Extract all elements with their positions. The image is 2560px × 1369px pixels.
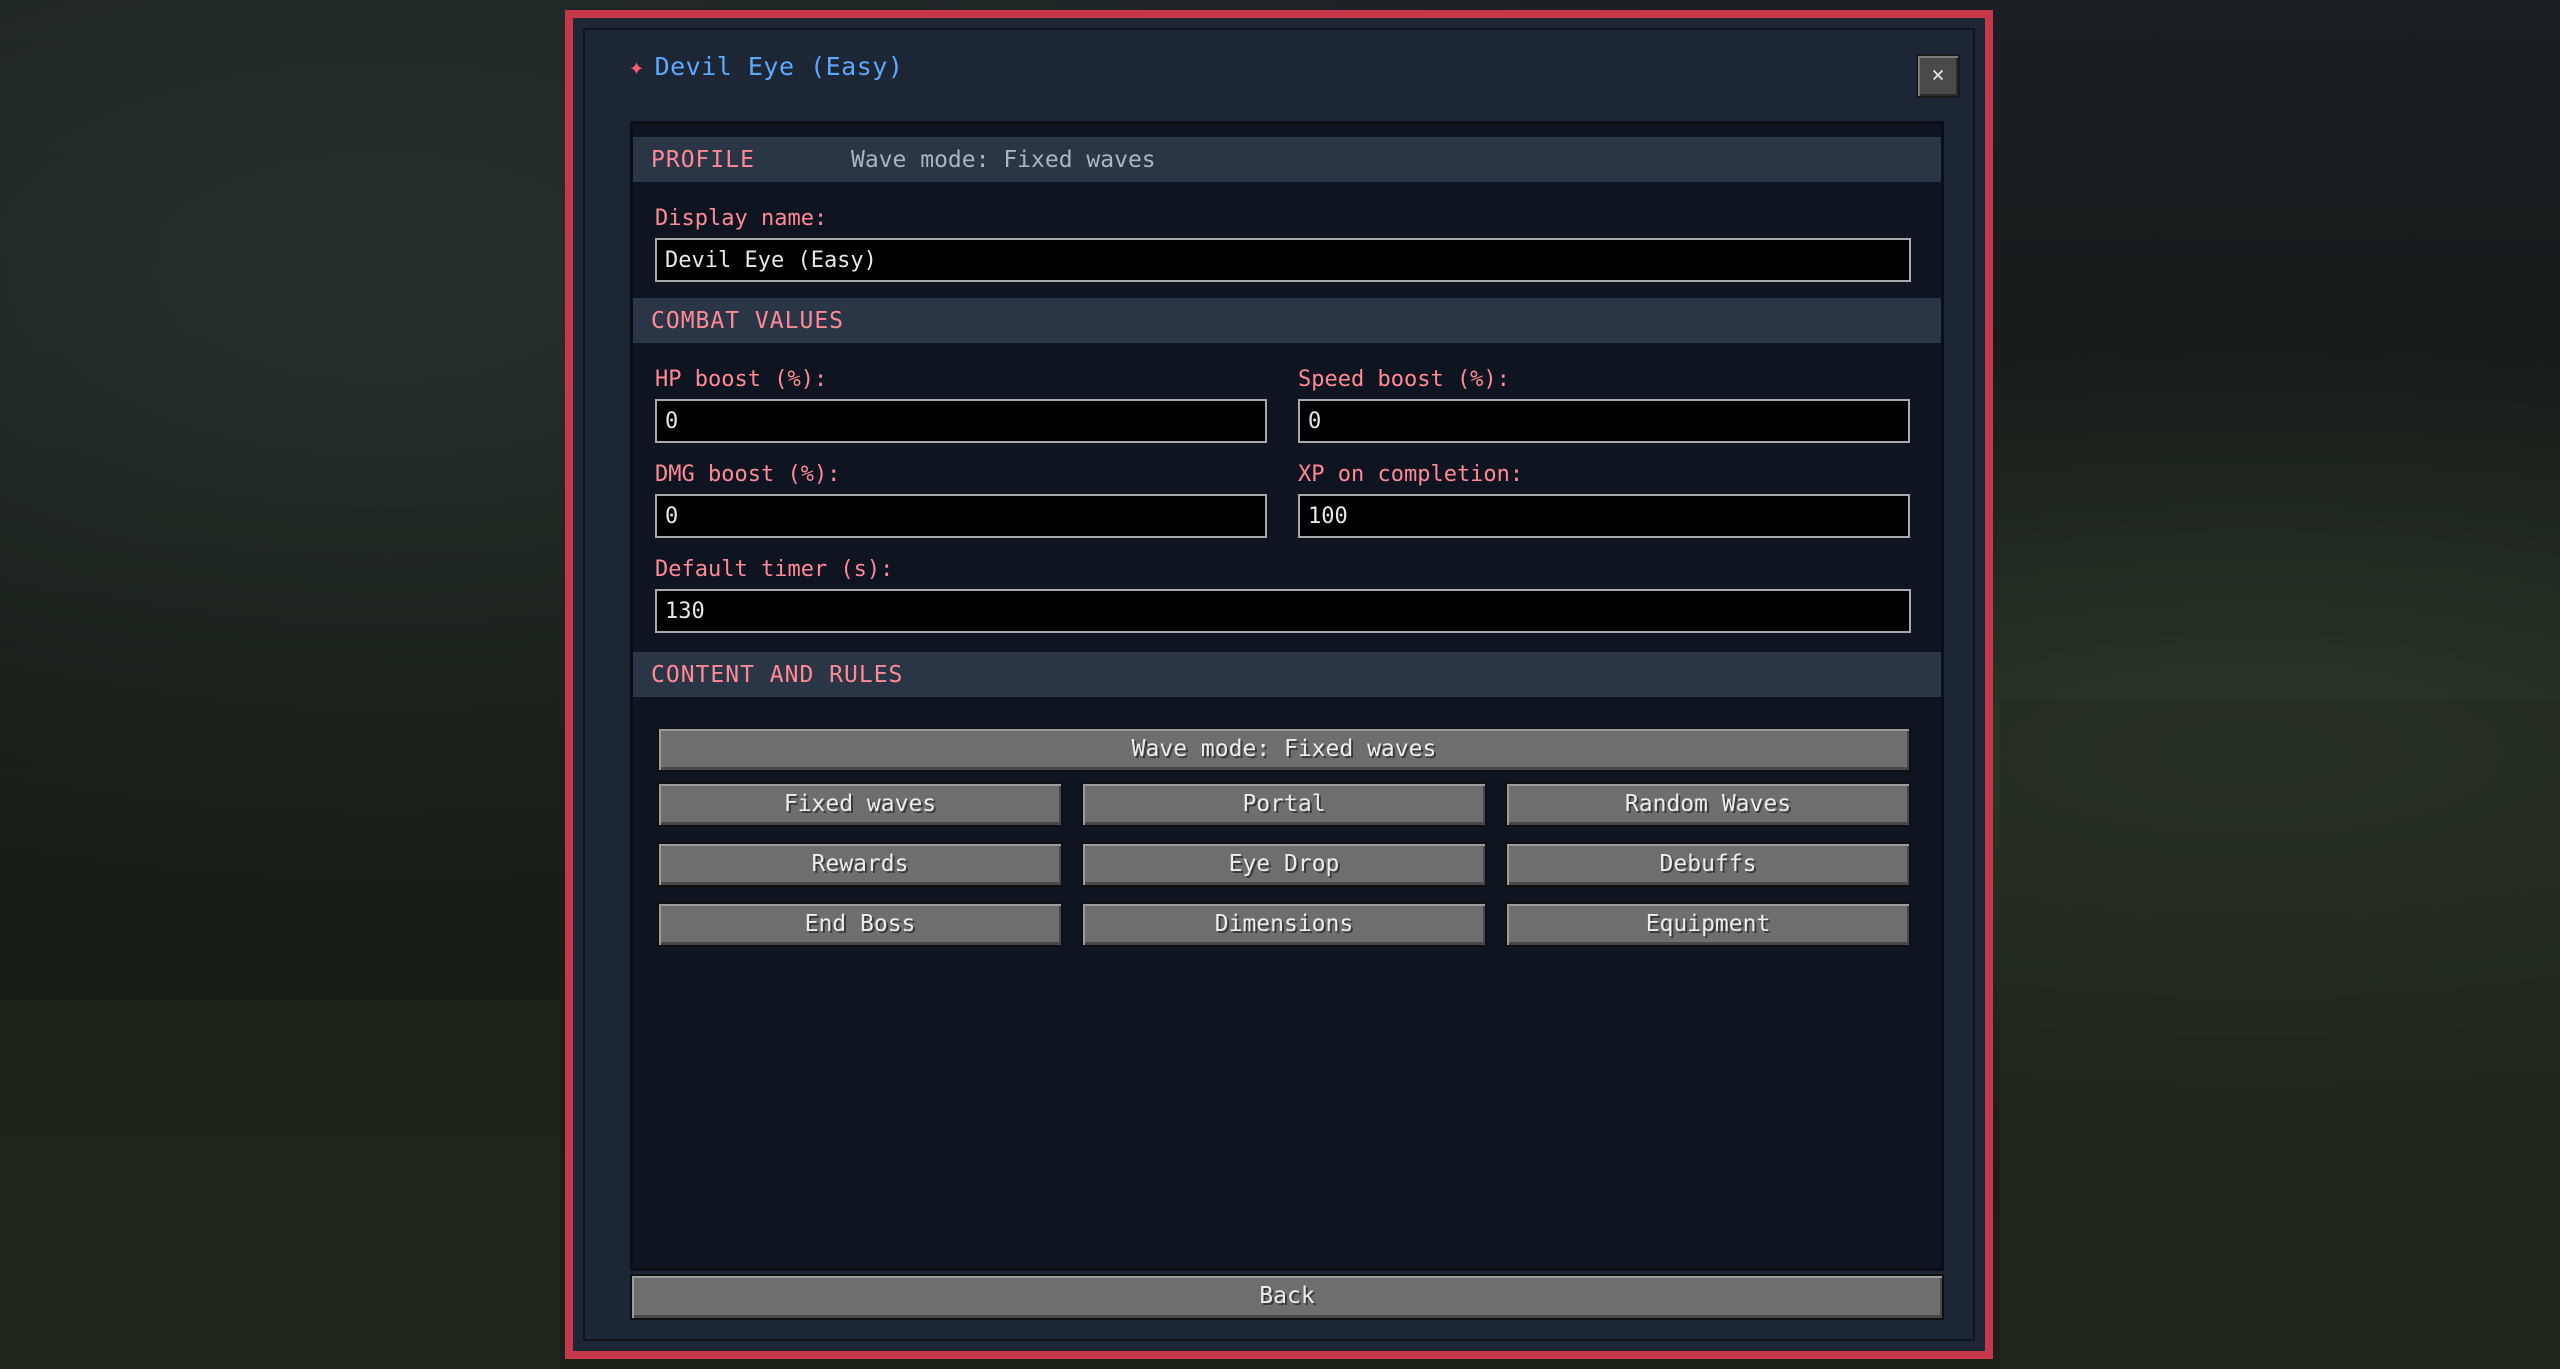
default-timer-label: Default timer (s): [655, 557, 894, 582]
combat-section-title: COMBAT VALUES [651, 308, 845, 334]
rewards-button[interactable]: Rewards [657, 842, 1063, 887]
speed-boost-label: Speed boost (%): [1298, 367, 1510, 392]
display-name-label: Display name: [655, 206, 828, 231]
content-section-title: CONTENT AND RULES [651, 662, 904, 688]
fixed-waves-button[interactable]: Fixed waves [657, 782, 1063, 827]
dimensions-button[interactable]: Dimensions [1081, 902, 1487, 947]
close-button[interactable]: × [1916, 54, 1960, 98]
eye-drop-button[interactable]: Eye Drop [1081, 842, 1487, 887]
dmg-boost-label: DMG boost (%): [655, 462, 841, 487]
portal-button[interactable]: Portal [1081, 782, 1487, 827]
display-name-input[interactable] [655, 238, 1911, 282]
end-boss-button[interactable]: End Boss [657, 902, 1063, 947]
default-timer-input[interactable] [655, 589, 1911, 633]
speed-boost-input[interactable] [1298, 399, 1910, 443]
profile-section-title: PROFILE [651, 147, 755, 173]
window-title: ✦ Devil Eye (Easy) [629, 52, 903, 81]
background-terrain [0, 1000, 560, 1369]
hp-boost-input[interactable] [655, 399, 1267, 443]
combat-section-header: COMBAT VALUES [633, 298, 1941, 343]
debuffs-button[interactable]: Debuffs [1505, 842, 1911, 887]
window-title-text: Devil Eye (Easy) [654, 52, 904, 81]
xp-completion-label: XP on completion: [1298, 462, 1524, 487]
content-section-header: CONTENT AND RULES [633, 652, 1941, 697]
random-waves-button[interactable]: Random Waves [1505, 782, 1911, 827]
xp-completion-input[interactable] [1298, 494, 1910, 538]
wave-mode-status: Wave mode: Fixed waves [851, 147, 1156, 173]
wave-mode-button[interactable]: Wave mode: Fixed waves [657, 727, 1911, 772]
background-terrain [2000, 700, 2560, 1369]
mission-editor-window: ✦ Devil Eye (Easy) × PROFILE Wave mode: F… [565, 10, 1993, 1359]
dmg-boost-input[interactable] [655, 494, 1267, 538]
content-panel: PROFILE Wave mode: Fixed waves Display n… [630, 121, 1944, 1271]
hp-boost-label: HP boost (%): [655, 367, 828, 392]
title-star-icon: ✦ [629, 52, 645, 81]
profile-section-header: PROFILE Wave mode: Fixed waves [633, 137, 1941, 182]
equipment-button[interactable]: Equipment [1505, 902, 1911, 947]
back-button[interactable]: Back [630, 1274, 1944, 1320]
